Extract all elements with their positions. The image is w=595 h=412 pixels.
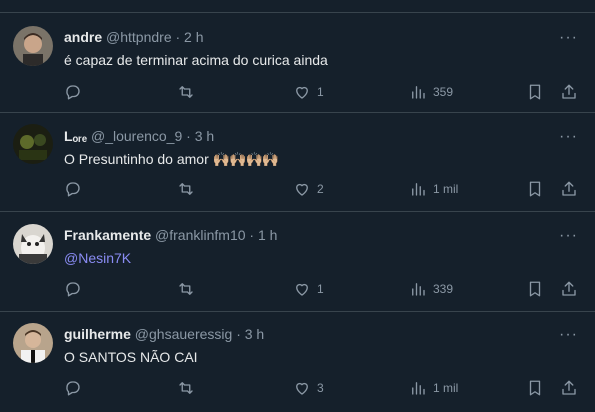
views-button[interactable]: 359 bbox=[409, 82, 453, 102]
bookmark-button[interactable] bbox=[526, 279, 544, 299]
display-name[interactable]: Frankamente bbox=[64, 227, 151, 243]
timestamp[interactable]: · 2 h bbox=[176, 29, 204, 45]
retweet-icon bbox=[179, 183, 193, 195]
display-name[interactable]: Lₒᵣₑ bbox=[64, 128, 87, 144]
retweet-button[interactable] bbox=[177, 279, 195, 299]
share-button[interactable] bbox=[560, 82, 578, 102]
share-icon bbox=[562, 281, 576, 296]
timestamp[interactable]: · 3 h bbox=[186, 128, 214, 144]
share-icon bbox=[562, 181, 576, 196]
like-count: 2 bbox=[317, 182, 324, 196]
views-count: 359 bbox=[433, 85, 454, 99]
bookmark-button[interactable] bbox=[526, 82, 544, 102]
more-icon[interactable]: ··· bbox=[559, 327, 577, 346]
share-button[interactable] bbox=[560, 378, 578, 398]
avatar[interactable] bbox=[13, 323, 53, 363]
retweet-button[interactable] bbox=[177, 179, 195, 199]
retweet-button[interactable] bbox=[177, 378, 195, 398]
handle[interactable]: @httpndre bbox=[106, 29, 172, 45]
bookmark-button[interactable] bbox=[526, 179, 544, 199]
reply-icon bbox=[66, 182, 80, 197]
bookmark-button[interactable] bbox=[526, 378, 544, 398]
tweet-header: Frankamente @franklinfm10 · 1 h bbox=[64, 227, 277, 243]
tweet-header: guilherme @ghsaueressig · 3 h bbox=[64, 326, 264, 342]
tweet-actions: 3 1 mil bbox=[64, 378, 579, 398]
share-button[interactable] bbox=[560, 279, 578, 299]
tweet-card[interactable]: guilherme @ghsaueressig · 3 h ··· O SANT… bbox=[0, 312, 595, 412]
tweet-header: Lₒᵣₑ @_lourenco_9 · 3 h bbox=[64, 128, 214, 144]
views-button[interactable]: 1 mil bbox=[409, 179, 458, 199]
views-count: 1 mil bbox=[433, 182, 459, 196]
views-button[interactable]: 1 mil bbox=[409, 378, 458, 398]
retweet-button[interactable] bbox=[177, 82, 195, 102]
more-icon[interactable]: ··· bbox=[559, 30, 577, 49]
bookmark-icon bbox=[529, 281, 541, 297]
views-icon bbox=[412, 86, 425, 99]
like-count: 3 bbox=[317, 381, 324, 395]
tweet-actions: 1 339 bbox=[64, 279, 579, 299]
tweet-actions: 2 1 mil bbox=[64, 179, 579, 199]
views-icon bbox=[412, 183, 425, 196]
views-button[interactable]: 339 bbox=[409, 279, 453, 299]
heart-icon bbox=[296, 183, 308, 196]
avatar[interactable] bbox=[13, 26, 53, 66]
retweet-icon bbox=[179, 86, 193, 98]
bookmark-icon bbox=[529, 380, 541, 396]
bookmark-icon bbox=[529, 84, 541, 100]
handle[interactable]: @ghsaueressig bbox=[135, 326, 233, 342]
reply-icon bbox=[66, 85, 80, 100]
share-icon bbox=[562, 84, 576, 99]
display-name[interactable]: andre bbox=[64, 29, 102, 45]
tweet-header: andre @httpndre · 2 h bbox=[64, 29, 204, 45]
tweet-card[interactable]: andre @httpndre · 2 h ··· é capaz de ter… bbox=[0, 13, 595, 113]
handle[interactable]: @franklinfm10 bbox=[155, 227, 245, 243]
views-count: 339 bbox=[433, 282, 454, 296]
views-count: 1 mil bbox=[433, 381, 459, 395]
reply-button[interactable] bbox=[64, 179, 82, 199]
retweet-icon bbox=[179, 382, 193, 394]
timestamp[interactable]: · 3 h bbox=[236, 326, 264, 342]
raised-hands-emoji: 🙌🏼🙌🏼🙌🏼🙌🏼 bbox=[212, 151, 280, 167]
reply-button[interactable] bbox=[64, 279, 82, 299]
bookmark-icon bbox=[529, 181, 541, 197]
reply-button[interactable] bbox=[64, 82, 82, 102]
tweet-text: é capaz de terminar acima do curica aind… bbox=[64, 52, 328, 68]
heart-icon bbox=[296, 382, 308, 395]
reply-icon bbox=[66, 282, 80, 297]
tweet-card[interactable]: Frankamente @franklinfm10 · 1 h ··· @Nes… bbox=[0, 212, 595, 312]
heart-icon bbox=[296, 283, 308, 296]
tweet-text: O Presuntinho do amor 🙌🏼🙌🏼🙌🏼🙌🏼 bbox=[64, 151, 280, 168]
share-icon bbox=[562, 380, 576, 395]
avatar[interactable] bbox=[13, 224, 53, 264]
reply-icon bbox=[66, 381, 80, 396]
reply-button[interactable] bbox=[64, 378, 82, 398]
share-button[interactable] bbox=[560, 179, 578, 199]
heart-icon bbox=[296, 86, 308, 99]
like-button[interactable]: 3 bbox=[293, 378, 324, 398]
handle[interactable]: @_lourenco_9 bbox=[91, 128, 182, 144]
tweet-card[interactable]: Lₒᵣₑ @_lourenco_9 · 3 h ··· O Presuntinh… bbox=[0, 113, 595, 212]
mention-link[interactable]: @Nesin7K bbox=[64, 250, 131, 266]
like-button[interactable]: 1 bbox=[293, 82, 324, 102]
timestamp[interactable]: · 1 h bbox=[249, 227, 277, 243]
like-button[interactable]: 1 bbox=[293, 279, 324, 299]
views-icon bbox=[412, 382, 425, 395]
avatar[interactable] bbox=[13, 124, 53, 164]
more-icon[interactable]: ··· bbox=[559, 129, 577, 148]
tweet-text: O SANTOS NÃO CAI bbox=[64, 349, 198, 365]
like-count: 1 bbox=[317, 85, 324, 99]
tweet-actions: 1 359 bbox=[64, 82, 579, 102]
more-icon[interactable]: ··· bbox=[559, 228, 577, 247]
like-count: 1 bbox=[317, 282, 324, 296]
tweet-text-body: O Presuntinho do amor bbox=[64, 151, 209, 167]
like-button[interactable]: 2 bbox=[293, 179, 324, 199]
retweet-icon bbox=[179, 283, 193, 295]
views-icon bbox=[412, 283, 425, 296]
display-name[interactable]: guilherme bbox=[64, 326, 131, 342]
